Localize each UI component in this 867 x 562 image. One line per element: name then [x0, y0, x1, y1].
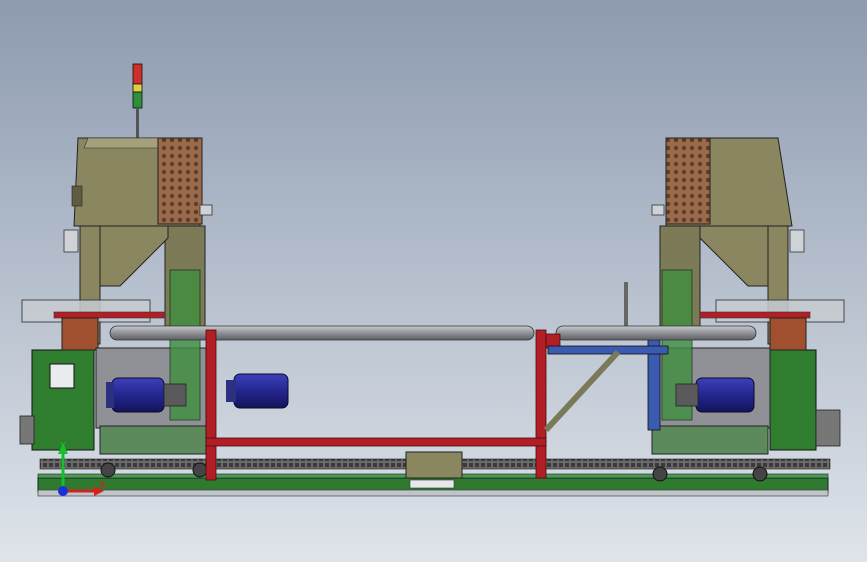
center-drive-motor [226, 373, 289, 409]
x-axis-label: X [99, 480, 106, 491]
machine-assembly-drawing[interactable]: Y X [0, 0, 867, 562]
chain-tensioner [405, 451, 463, 489]
left-display-window [49, 363, 75, 389]
cad-viewport[interactable]: Y X [0, 0, 867, 562]
z-axis-origin [58, 486, 68, 496]
y-axis-label: Y [59, 441, 67, 452]
left-ventilation-panel [157, 137, 203, 225]
right-ventilation-panel [665, 137, 711, 225]
right-electrical-box [769, 349, 817, 451]
